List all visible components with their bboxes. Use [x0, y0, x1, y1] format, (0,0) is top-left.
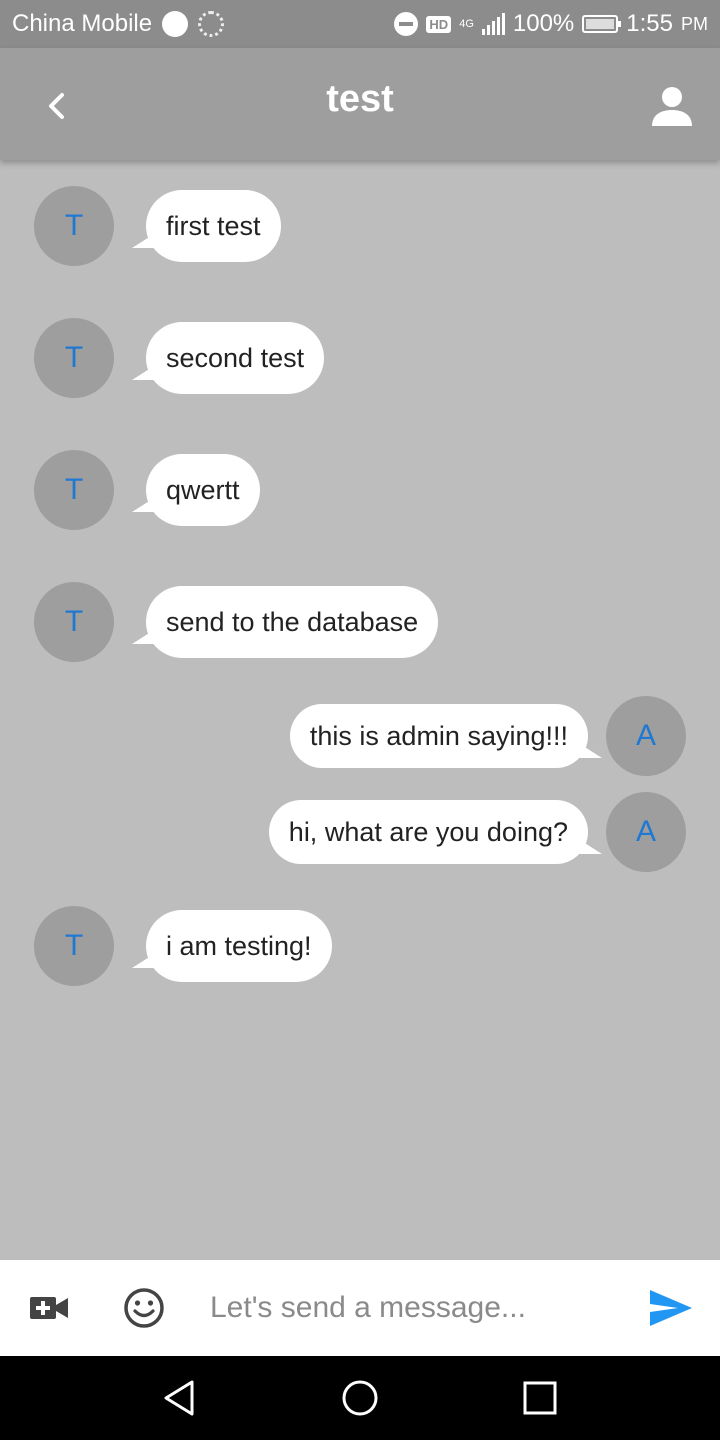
system-nav-bar — [0, 1356, 720, 1440]
person-icon — [652, 87, 692, 126]
avatar: T — [34, 186, 114, 266]
message-input[interactable] — [210, 1282, 610, 1334]
message-bubble: first test — [132, 190, 281, 262]
battery-percent: 100% — [512, 10, 575, 37]
page-title: test — [326, 78, 394, 120]
avatar: T — [34, 582, 114, 662]
nav-back-button[interactable] — [160, 1378, 200, 1418]
profile-button[interactable] — [648, 82, 696, 130]
message-bubble: second test — [131, 322, 325, 394]
chevron-left-icon — [49, 93, 64, 119]
message-bubble: send to the database — [131, 586, 439, 658]
status-left: China Mobile — [12, 10, 225, 38]
clock-time: 1:55 — [626, 10, 673, 37]
avatar: A — [606, 792, 686, 872]
message-bubble: qwertt — [132, 454, 260, 526]
status-right: HD 4G 100% 1:55 PM — [394, 10, 708, 38]
do-not-disturb-icon — [394, 12, 419, 36]
back-button[interactable] — [32, 82, 80, 130]
circle-home-icon — [342, 1380, 378, 1416]
signal-icon — [481, 13, 505, 35]
nav-home-button[interactable] — [340, 1378, 380, 1418]
triangle-back-icon — [164, 1380, 194, 1416]
emoji-button[interactable] — [122, 1286, 166, 1330]
avatar: T — [34, 450, 114, 530]
avatar: T — [34, 906, 114, 986]
send-button[interactable] — [648, 1288, 694, 1328]
square-recents-icon — [523, 1381, 557, 1415]
notification-dot-icon — [162, 11, 189, 37]
video-add-icon — [30, 1297, 68, 1319]
loading-indicator-icon — [198, 11, 225, 37]
message-bubble: i am testing! — [132, 910, 332, 982]
message-bubble: this is admin saying!!! — [289, 704, 603, 768]
carrier-label: China Mobile — [12, 10, 153, 37]
hd-badge: HD — [426, 15, 452, 33]
message-bubble: hi, what are you doing? — [268, 800, 603, 864]
avatar: A — [606, 696, 686, 776]
battery-icon — [582, 15, 622, 33]
nav-recents-button[interactable] — [520, 1378, 560, 1418]
video-button[interactable] — [28, 1288, 70, 1328]
clock-ampm: PM — [681, 13, 708, 34]
composer-bar — [0, 1260, 720, 1356]
avatar: T — [34, 318, 114, 398]
emoji-icon — [124, 1288, 164, 1328]
send-icon — [650, 1290, 692, 1326]
network-type-label: 4G — [459, 17, 474, 30]
status-bar: China Mobile HD 4G 100% 1:55 PM — [0, 0, 720, 48]
app-bar: test — [0, 48, 720, 160]
